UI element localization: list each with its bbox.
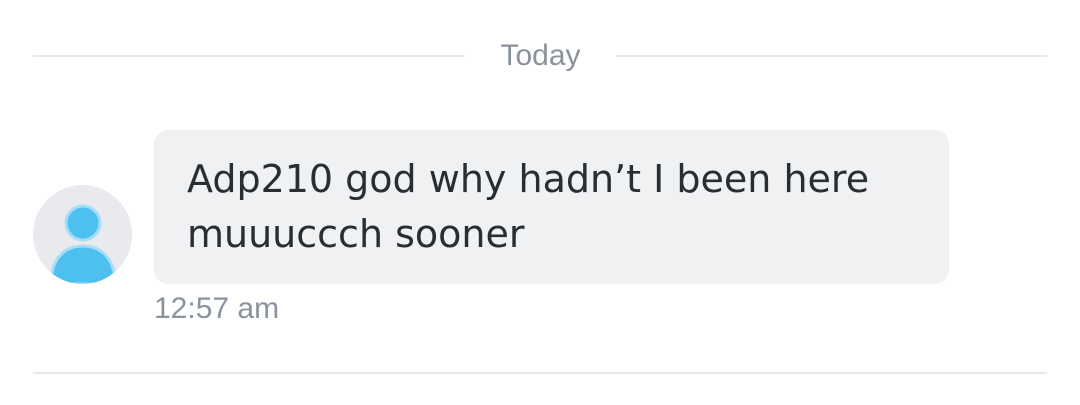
- sender-avatar[interactable]: [33, 185, 132, 284]
- message-timestamp: 12:57 am: [154, 292, 280, 325]
- message-text: Adp210 god why hadn’t I been here muuucc…: [187, 157, 870, 256]
- divider-line-right: [616, 55, 1047, 57]
- day-divider-label: Today: [500, 39, 581, 72]
- divider-line-left: [33, 55, 465, 57]
- user-avatar-icon: [49, 204, 117, 284]
- day-divider: Today: [33, 36, 1047, 76]
- message-bubble[interactable]: Adp210 god why hadn’t I been here muuucc…: [154, 130, 949, 284]
- message-row: Adp210 god why hadn’t I been here muuucc…: [33, 130, 1047, 330]
- bottom-divider: [33, 372, 1047, 374]
